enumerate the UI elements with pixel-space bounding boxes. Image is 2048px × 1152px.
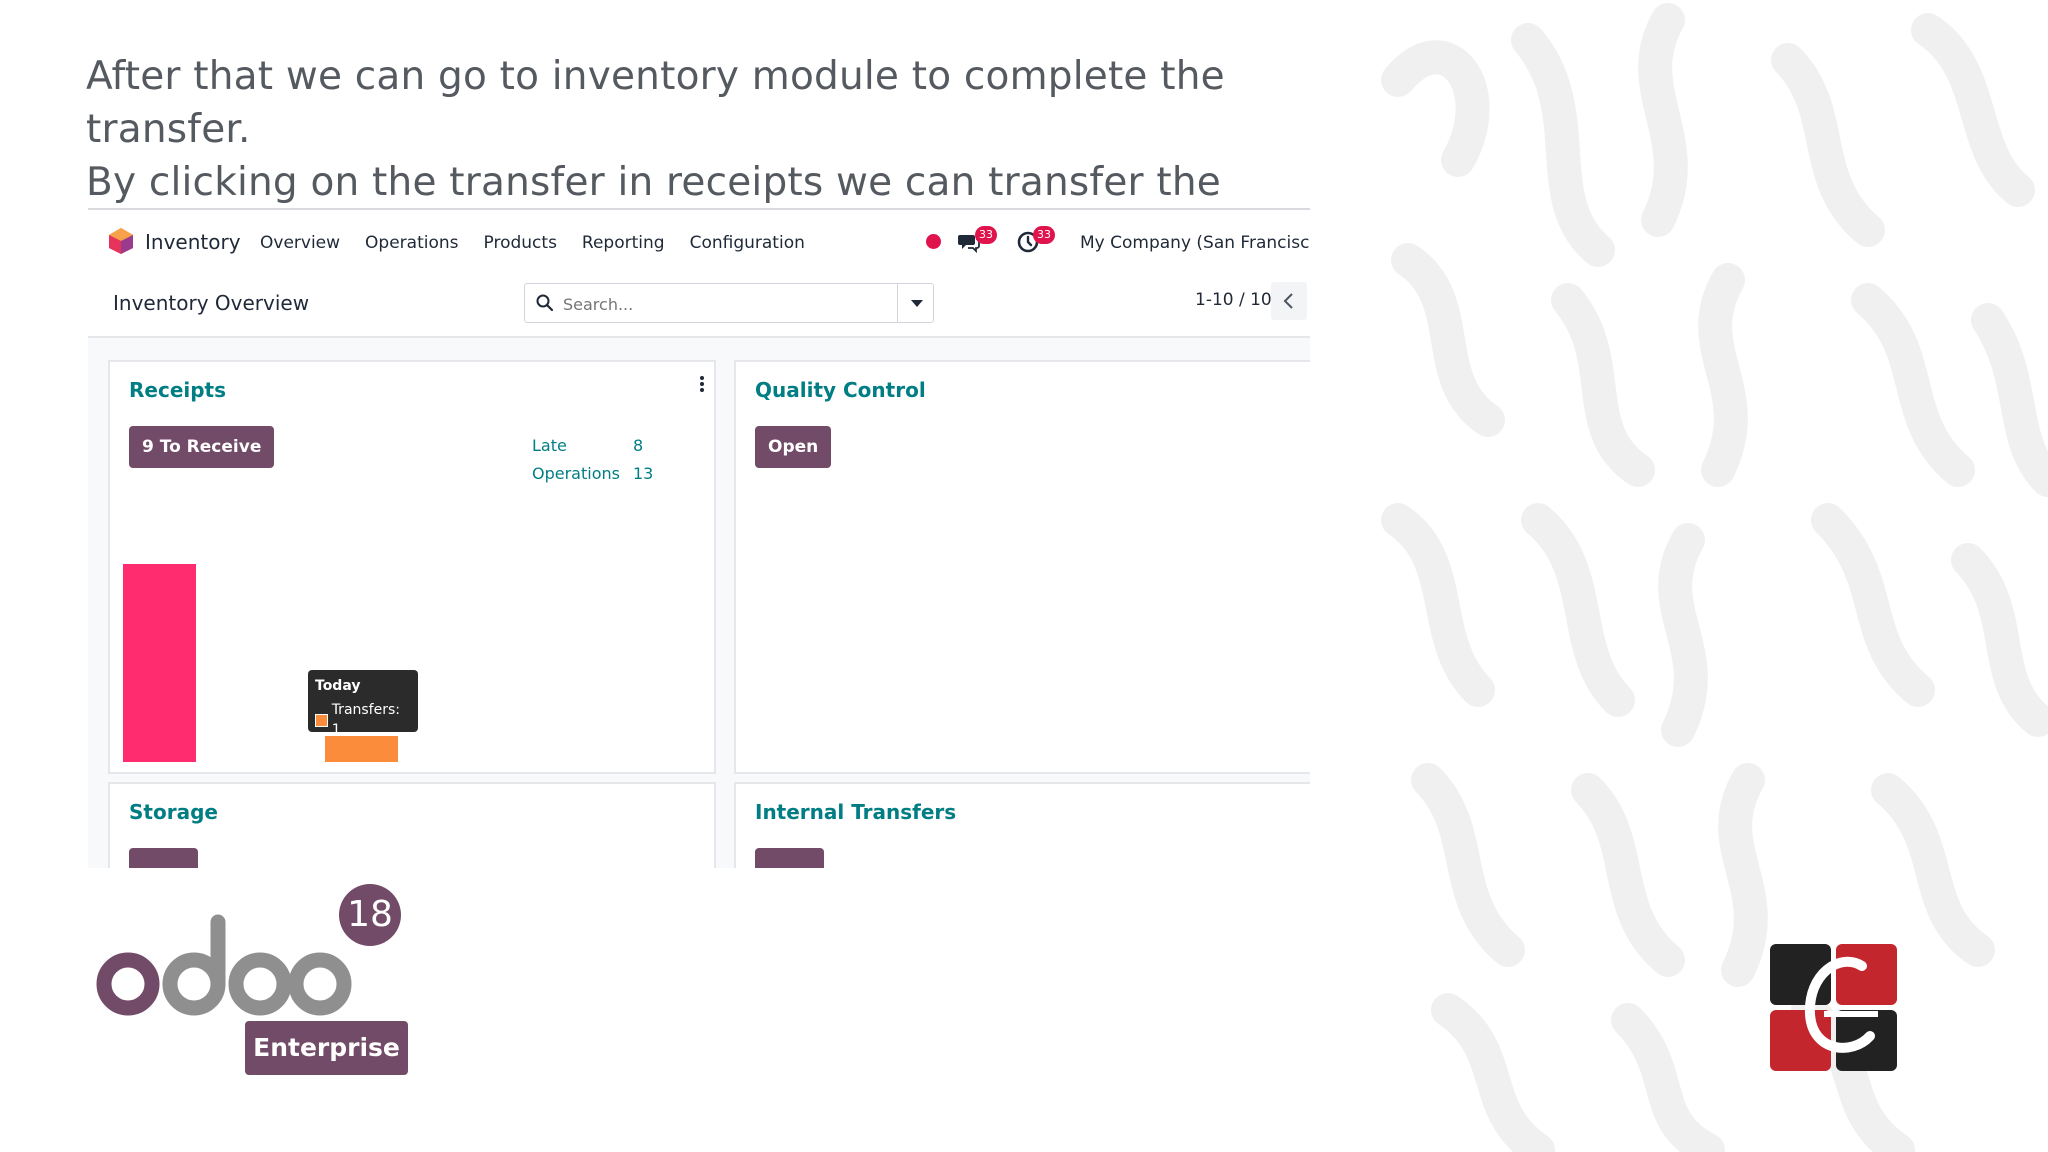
odoo-logo: 18 Enterprise bbox=[94, 884, 424, 1075]
cybrosys-logo bbox=[1770, 944, 1897, 1071]
stat-late-label: Late bbox=[532, 436, 567, 455]
messages-badge: 33 bbox=[975, 226, 997, 244]
caption-line-1: After that we can go to inventory module… bbox=[86, 54, 1225, 152]
company-switcher[interactable]: My Company (San Francisco) bbox=[1080, 233, 1310, 253]
search-options-toggle[interactable] bbox=[897, 284, 934, 322]
menu-products[interactable]: Products bbox=[484, 233, 557, 253]
edition-badge: Enterprise bbox=[245, 1021, 408, 1075]
to-receive-button[interactable]: 9 To Receive bbox=[129, 426, 275, 468]
card-dropdown-icon[interactable] bbox=[700, 376, 704, 394]
receipts-card: Receipts 9 To Receive Late 8 Operations … bbox=[108, 360, 716, 774]
odoo-screenshot: Inventory Overview Operations Products R… bbox=[88, 208, 1310, 868]
version-badge: 18 bbox=[339, 884, 401, 946]
menu-reporting[interactable]: Reporting bbox=[582, 233, 665, 253]
tooltip-row: Transfers: 1 bbox=[315, 700, 411, 740]
stat-late-value: 8 bbox=[633, 436, 644, 455]
inventory-app-icon[interactable] bbox=[108, 227, 134, 255]
storage-action-button[interactable] bbox=[129, 848, 198, 868]
status-indicator[interactable] bbox=[926, 234, 941, 249]
stat-late[interactable]: Late 8 bbox=[532, 432, 653, 460]
stat-operations-value: 13 bbox=[633, 464, 654, 483]
odoo-wordmark bbox=[96, 914, 352, 1016]
app-name[interactable]: Inventory bbox=[145, 230, 241, 254]
graph-tooltip: Today Transfers: 1 bbox=[308, 670, 418, 738]
chevron-left-icon bbox=[1283, 293, 1293, 309]
receipts-stats: Late 8 Operations 13 bbox=[532, 432, 653, 488]
caret-down-icon bbox=[911, 300, 923, 307]
graph-bar-late[interactable] bbox=[123, 564, 196, 762]
stat-operations[interactable]: Operations 13 bbox=[532, 460, 653, 488]
decorative-pattern bbox=[1368, 0, 2048, 1152]
quality-control-card: Quality Control Open bbox=[734, 360, 1310, 774]
search-bar bbox=[524, 283, 934, 323]
quality-control-title[interactable]: Quality Control bbox=[755, 378, 926, 402]
squiggle-pattern bbox=[1381, 3, 2048, 1152]
top-navbar: Inventory Overview Operations Products R… bbox=[88, 210, 1310, 270]
menu-overview[interactable]: Overview bbox=[260, 233, 340, 253]
receipts-title[interactable]: Receipts bbox=[129, 378, 226, 402]
tooltip-text: Transfers: 1 bbox=[331, 702, 400, 738]
open-button[interactable]: Open bbox=[755, 426, 832, 468]
internal-transfers-title[interactable]: Internal Transfers bbox=[755, 800, 956, 824]
storage-title[interactable]: Storage bbox=[129, 800, 218, 824]
tooltip-color-swatch bbox=[315, 713, 328, 727]
search-icon bbox=[536, 294, 554, 312]
menu-configuration[interactable]: Configuration bbox=[690, 233, 805, 253]
pager-value[interactable]: 1-10 / 10 bbox=[1195, 290, 1272, 310]
internal-transfers-card: Internal Transfers bbox=[734, 782, 1310, 868]
menu-operations[interactable]: Operations bbox=[365, 233, 458, 253]
main-menu: Overview Operations Products Reporting C… bbox=[260, 233, 830, 253]
stat-operations-label: Operations bbox=[532, 464, 620, 483]
breadcrumb-title: Inventory Overview bbox=[113, 291, 310, 315]
storage-card: Storage bbox=[108, 782, 716, 868]
kanban-dashboard: Receipts 9 To Receive Late 8 Operations … bbox=[88, 338, 1310, 868]
tooltip-title: Today bbox=[315, 678, 361, 694]
pager-previous-button[interactable] bbox=[1271, 282, 1307, 320]
internal-action-button[interactable] bbox=[755, 848, 824, 868]
search-input[interactable] bbox=[561, 290, 895, 318]
activities-badge: 33 bbox=[1033, 226, 1055, 244]
